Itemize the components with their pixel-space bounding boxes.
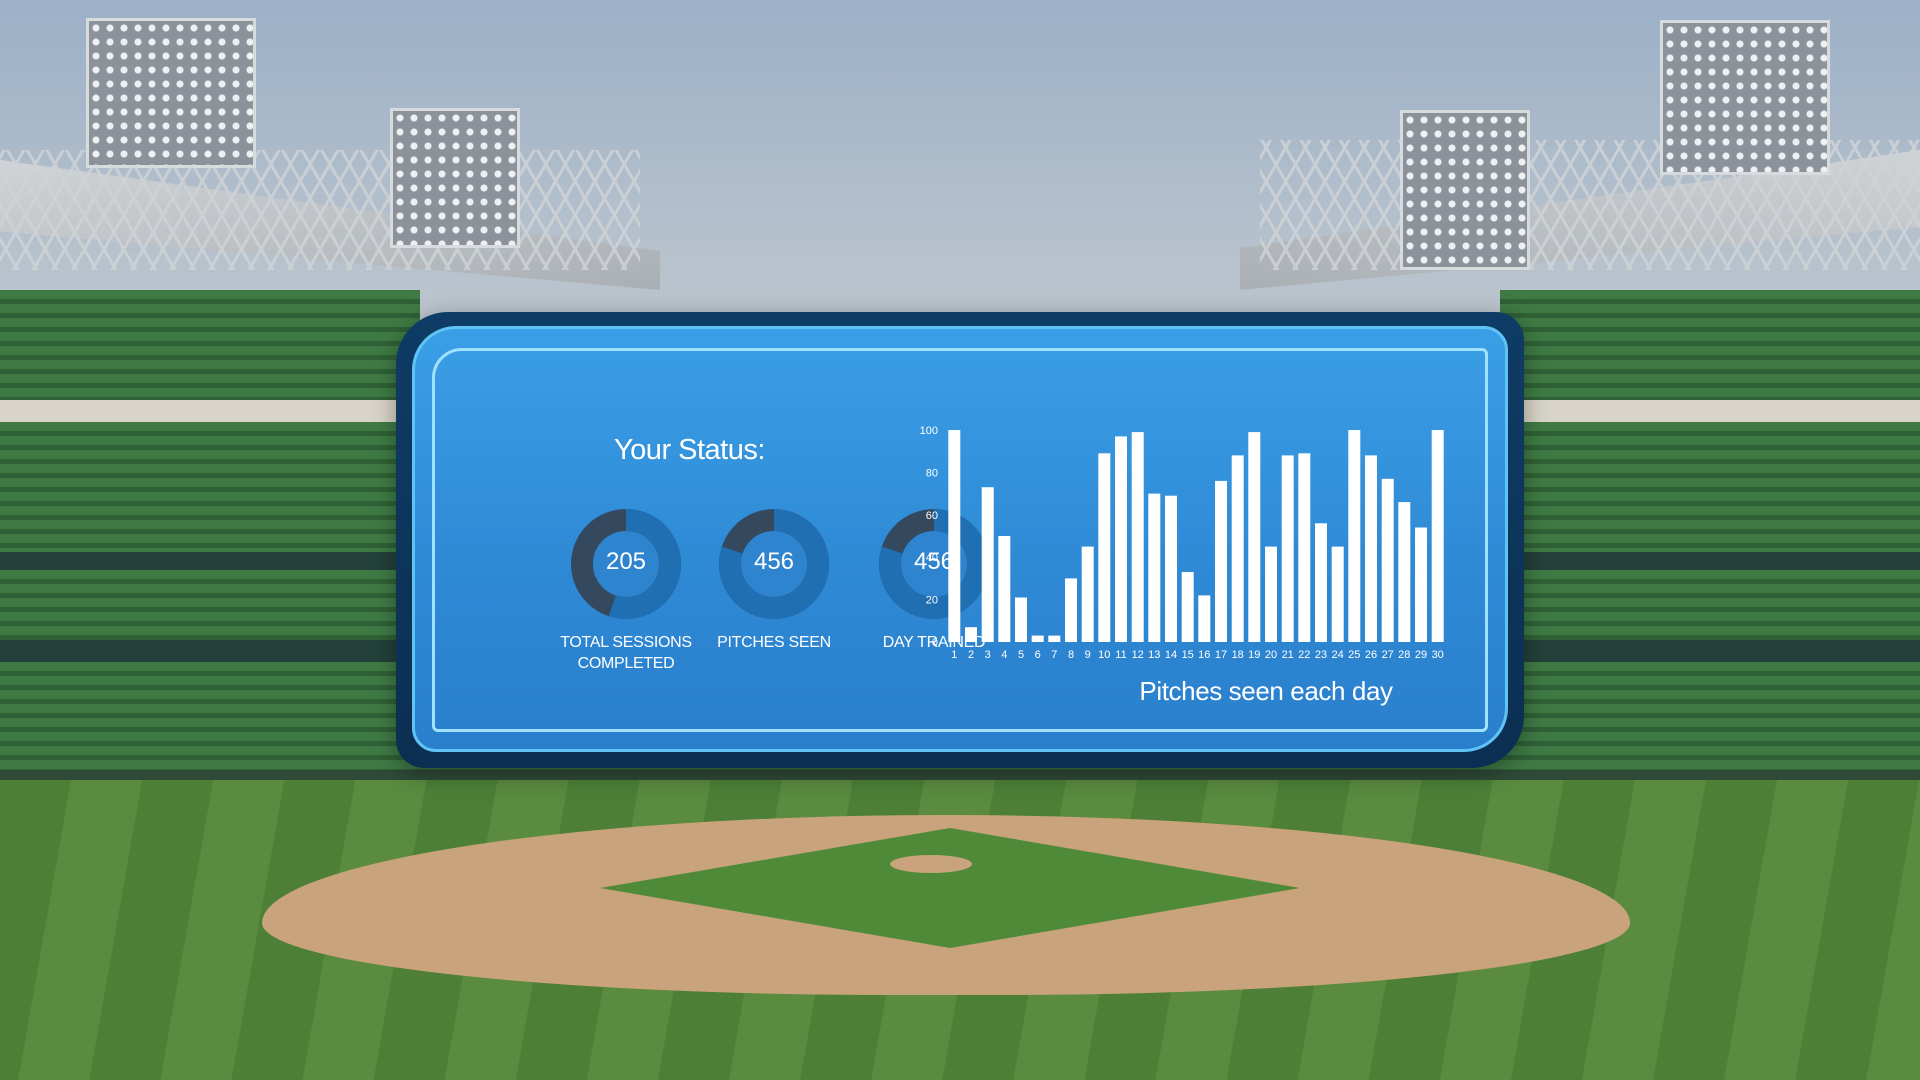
bar-day-3 [981, 487, 994, 642]
mid-stand-left [0, 422, 420, 552]
stand-fascia [1500, 400, 1920, 422]
bar-day-2 [965, 627, 977, 642]
stadium-background: Your Status: 205 TOTAL SESSIONS COMPLETE… [0, 0, 1920, 1080]
y-tick-label: 100 [920, 425, 938, 437]
bar-day-6 [1031, 635, 1044, 642]
bar-day-24 [1331, 546, 1344, 642]
bar-day-23 [1315, 523, 1327, 642]
x-tick-label: 26 [1365, 649, 1377, 661]
stat-value: 205 [605, 548, 647, 575]
bar-day-15 [1181, 572, 1194, 642]
x-tick-label: 2 [968, 649, 974, 661]
status-title: Your Status: [614, 434, 765, 466]
stat-label-line: PITCHES SEEN [717, 634, 831, 651]
bar-day-20 [1265, 546, 1277, 642]
bar-day-22 [1298, 453, 1311, 642]
light-tower-icon [1400, 110, 1530, 270]
x-tick-label: 7 [1051, 649, 1057, 661]
y-tick-label: 40 [926, 552, 938, 564]
roof-truss-left [0, 150, 640, 270]
x-tick-label: 10 [1098, 649, 1110, 661]
x-tick-label: 1 [951, 649, 957, 661]
stat-label-line: COMPLETED [577, 655, 675, 672]
bar-day-16 [1198, 595, 1211, 642]
x-tick-label: 29 [1415, 649, 1427, 661]
pitches-bar-chart: 0204060801001 2 3 4 5 6 7 8 9 10 11 12 13 14 15 16 17 18 1… [920, 425, 1444, 661]
x-tick-label: 14 [1165, 649, 1177, 661]
y-tick-label: 60 [926, 510, 938, 522]
bar-day-7 [1048, 635, 1061, 642]
x-tick-label: 23 [1315, 649, 1327, 661]
mid-stand-right [1500, 422, 1920, 552]
x-tick-label: 25 [1348, 649, 1360, 661]
bar-day-12 [1131, 432, 1144, 642]
bar-day-17 [1215, 480, 1227, 642]
bar-day-29 [1415, 527, 1427, 642]
stand-fascia [0, 552, 420, 570]
bar-day-5 [1015, 597, 1027, 642]
stand-fascia [1500, 640, 1920, 662]
light-tower-icon [1660, 20, 1830, 175]
bar-day-21 [1281, 455, 1294, 642]
bar-day-11 [1115, 436, 1127, 642]
bar-day-8 [1065, 578, 1077, 642]
bar-day-27 [1381, 478, 1394, 642]
y-tick-label: 0 [932, 637, 938, 649]
x-tick-label: 19 [1248, 649, 1260, 661]
light-tower-icon [390, 108, 520, 248]
x-tick-label: 28 [1398, 649, 1410, 661]
bar-day-25 [1348, 430, 1361, 642]
x-tick-label: 24 [1332, 649, 1344, 661]
stat-value: 456 [753, 548, 795, 575]
bar-day-28 [1398, 502, 1411, 642]
x-tick-label: 16 [1198, 649, 1210, 661]
x-tick-label: 12 [1132, 649, 1144, 661]
bar-day-10 [1098, 453, 1111, 642]
x-tick-label: 13 [1148, 649, 1160, 661]
stand-fascia [1500, 552, 1920, 570]
light-tower-icon [86, 18, 256, 168]
bar-day-4 [998, 536, 1011, 642]
x-tick-label: 18 [1232, 649, 1244, 661]
x-tick-label: 8 [1068, 649, 1074, 661]
stand-right [1500, 570, 1920, 640]
x-tick-label: 20 [1265, 649, 1277, 661]
x-tick-label: 27 [1382, 649, 1394, 661]
bar-day-13 [1148, 493, 1161, 642]
x-tick-label: 21 [1282, 649, 1294, 661]
x-tick-label: 9 [1085, 649, 1091, 661]
x-tick-label: 11 [1115, 649, 1126, 661]
stand-fascia [0, 400, 420, 422]
bar-day-30 [1431, 430, 1444, 642]
chart-title: Pitches seen each day [1139, 676, 1393, 706]
bar-day-1 [948, 430, 961, 642]
bar-day-26 [1365, 455, 1377, 642]
x-tick-label: 5 [1018, 649, 1024, 661]
x-tick-label: 17 [1215, 649, 1227, 661]
y-tick-label: 20 [926, 595, 938, 607]
bar-day-14 [1165, 495, 1177, 642]
upper-stand-left [0, 290, 420, 400]
pitchers-mound [890, 855, 972, 873]
x-tick-label: 6 [1035, 649, 1041, 661]
bar-day-19 [1248, 432, 1261, 642]
status-panel: Your Status: 205 TOTAL SESSIONS COMPLETE… [396, 312, 1524, 768]
stat-label-line: TOTAL SESSIONS [560, 634, 692, 651]
x-tick-label: 22 [1298, 649, 1310, 661]
x-tick-label: 4 [1001, 649, 1007, 661]
bar-day-18 [1231, 455, 1244, 642]
x-tick-label: 30 [1432, 649, 1444, 661]
x-tick-label: 15 [1182, 649, 1194, 661]
upper-stand-right [1500, 290, 1920, 400]
y-tick-label: 80 [926, 467, 938, 479]
stand-fascia [0, 640, 420, 662]
bar-day-9 [1081, 546, 1094, 642]
x-tick-label: 3 [985, 649, 991, 661]
